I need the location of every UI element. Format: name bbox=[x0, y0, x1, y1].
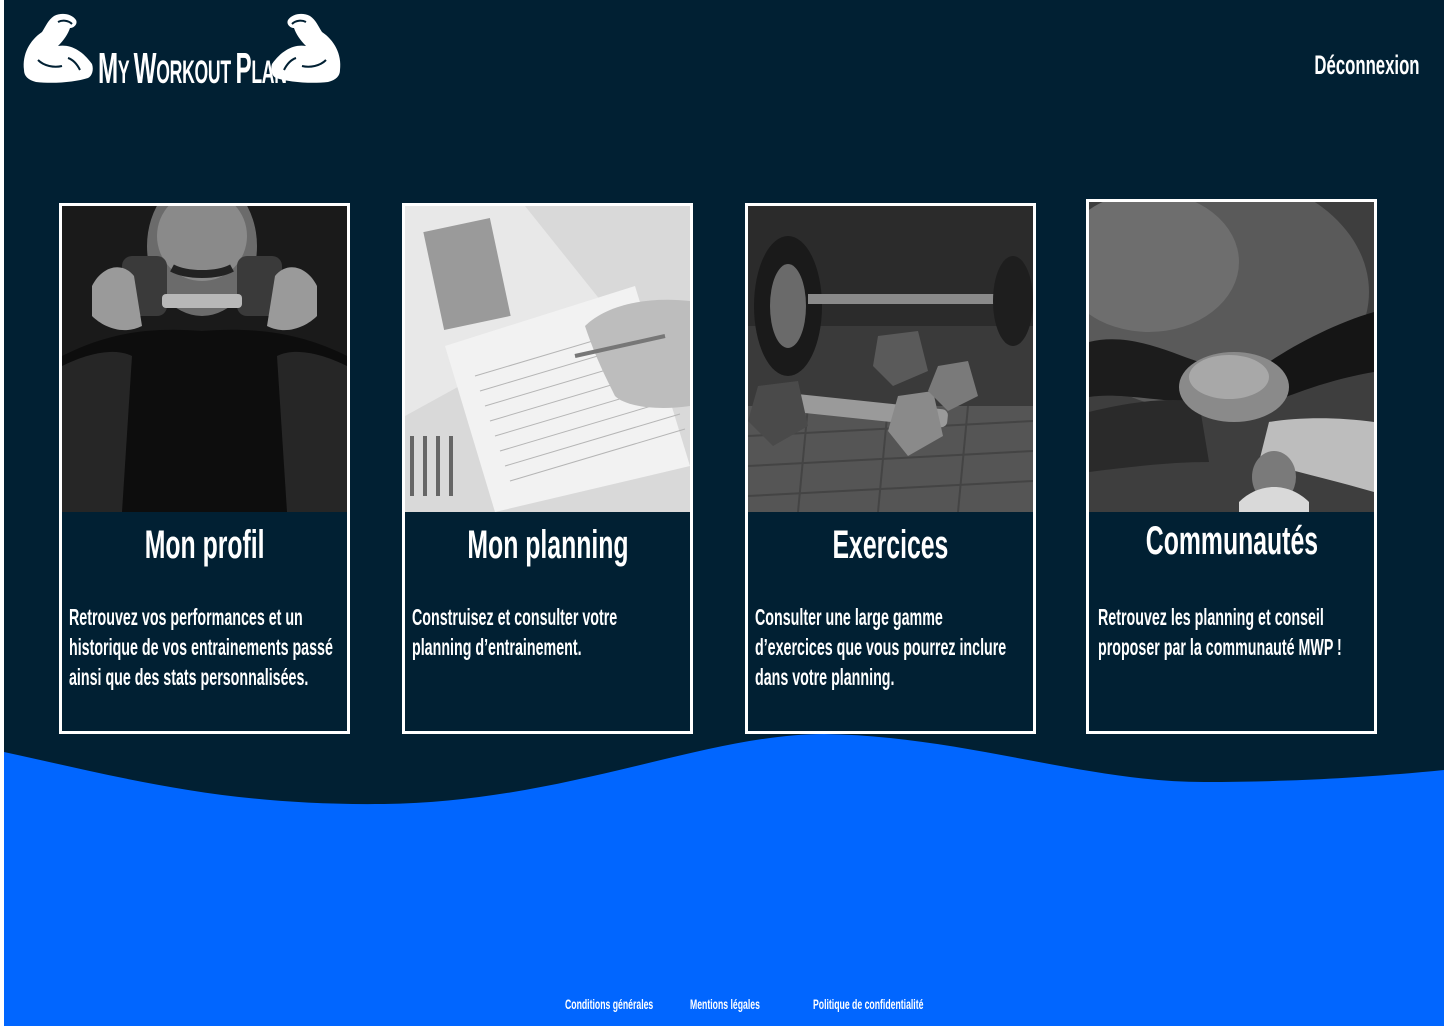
dumbbells-photo bbox=[748, 206, 1033, 512]
app-logo[interactable]: MY WORKOUT PLAN bbox=[18, 10, 348, 93]
card-description: Construisez et consulter votre planning … bbox=[412, 604, 618, 660]
flexed-arm-icon bbox=[271, 13, 341, 83]
page: MY WORKOUT PLAN Déconnexion Mon profil R… bbox=[4, 0, 1444, 1026]
card-title: Communautés bbox=[1145, 519, 1318, 563]
card-title: Mon profil bbox=[144, 523, 265, 567]
footer-links: Conditions générales Mentions légales Po… bbox=[4, 996, 1444, 1016]
footer-link-mentions[interactable]: Mentions légales bbox=[690, 996, 760, 1012]
card-title: Mon planning bbox=[466, 523, 629, 567]
card-exercices[interactable]: Exercices Consulter une large gamme d’ex… bbox=[745, 203, 1036, 734]
card-mon-profil[interactable]: Mon profil Retrouvez vos performances et… bbox=[59, 203, 350, 734]
footer-link-privacy[interactable]: Politique de confidentialité bbox=[813, 996, 923, 1012]
card-description: Consulter une large gamme d’exercices qu… bbox=[755, 604, 1007, 690]
card-title: Exercices bbox=[832, 523, 949, 567]
card-communautes[interactable]: Communautés Retrouvez les planning et co… bbox=[1086, 199, 1377, 734]
card-mon-planning[interactable]: Mon planning Construisez et consulter vo… bbox=[402, 203, 693, 734]
footer-wave bbox=[4, 734, 1444, 1026]
logo-wordmark: MY WORKOUT PLAN bbox=[98, 44, 287, 93]
planner-notebook-photo bbox=[405, 206, 690, 512]
footer-link-conditions[interactable]: Conditions générales bbox=[565, 996, 653, 1012]
team-hands-photo bbox=[1089, 202, 1374, 512]
logout-button[interactable]: Déconnexion bbox=[1315, 50, 1420, 81]
athlete-photo bbox=[62, 206, 347, 512]
flexed-arm-icon bbox=[23, 13, 93, 83]
card-description: Retrouvez vos performances et un histori… bbox=[69, 604, 333, 690]
card-description: Retrouvez les planning et conseil propos… bbox=[1098, 604, 1342, 660]
